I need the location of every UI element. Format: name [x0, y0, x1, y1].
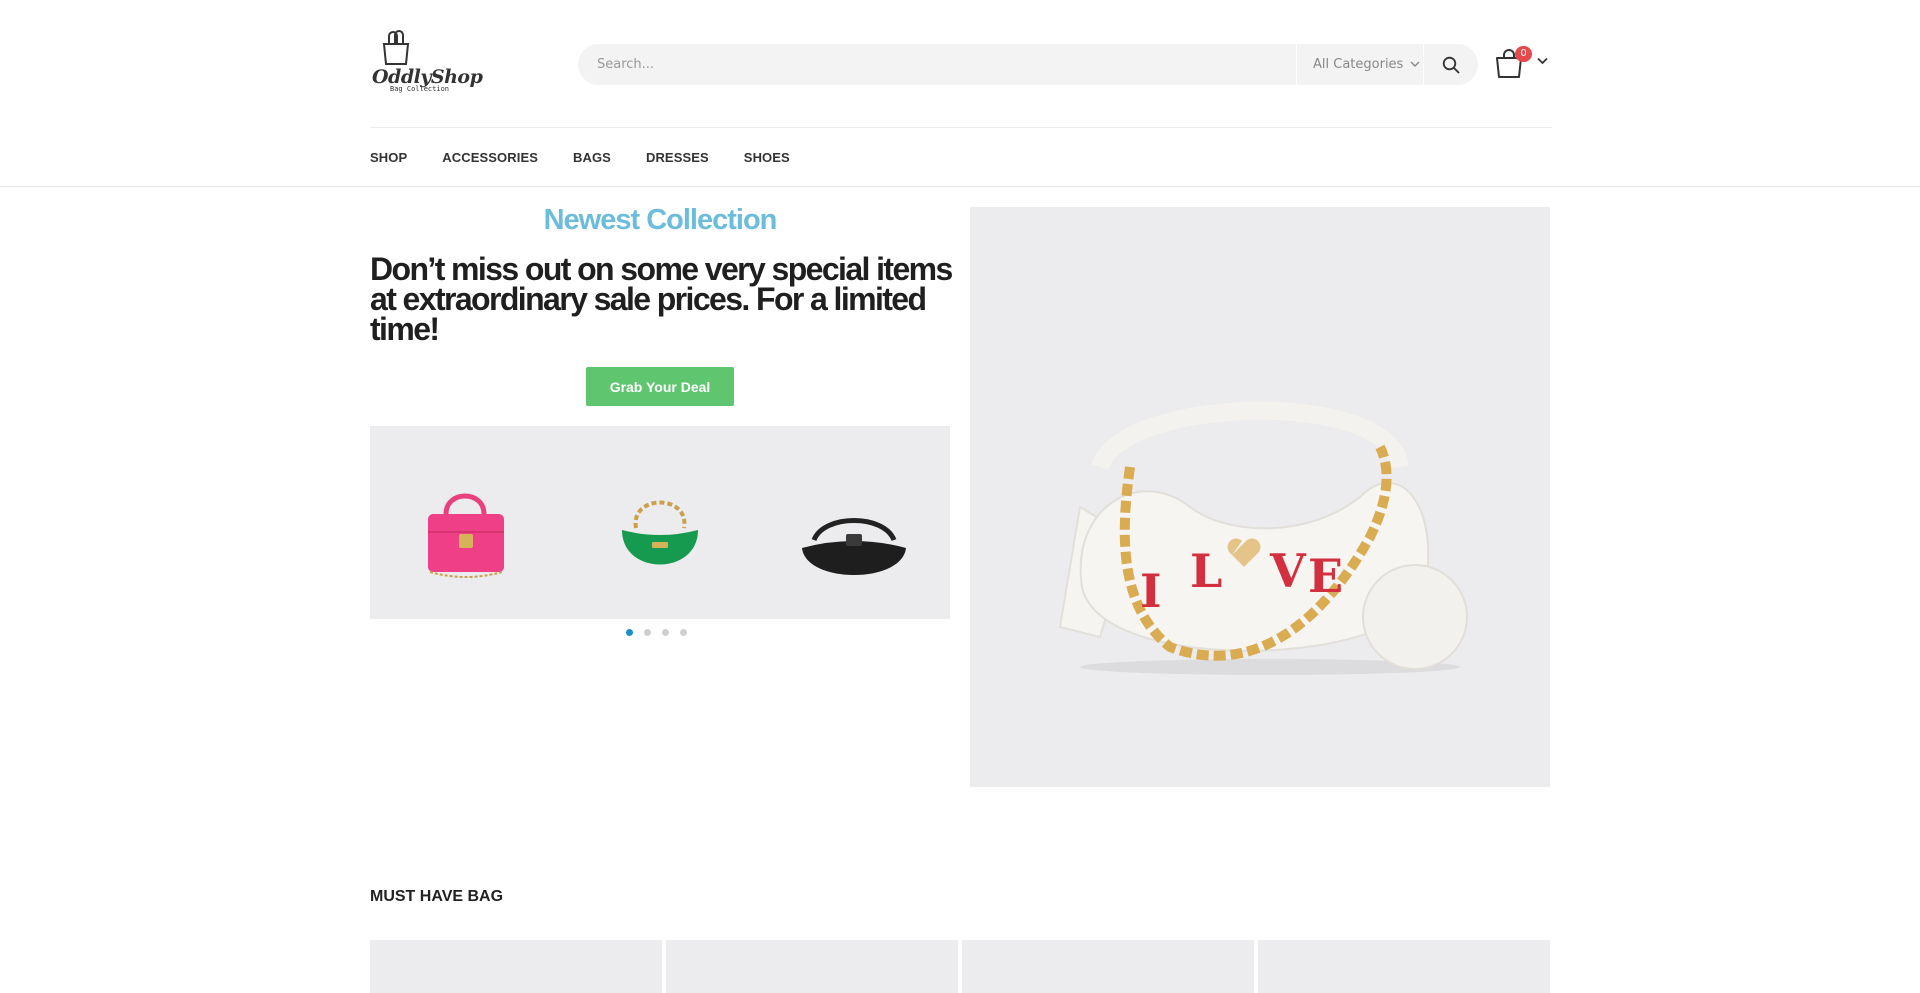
search-input[interactable] — [578, 44, 1296, 85]
pink-handbag-image[interactable] — [418, 484, 514, 584]
category-select-label: All Categories — [1313, 57, 1404, 72]
chevron-down-icon — [1410, 61, 1420, 67]
nav-item-dresses[interactable]: DRESSES — [646, 150, 709, 165]
bag-letter: V — [1269, 544, 1307, 598]
search-button[interactable] — [1424, 44, 1478, 85]
bag-letter: L — [1190, 544, 1222, 598]
carousel-dot[interactable] — [626, 629, 633, 636]
product-tile[interactable] — [1258, 940, 1550, 993]
green-handbag-image[interactable] — [610, 488, 710, 588]
product-tile[interactable] — [370, 940, 662, 993]
nav-item-shop[interactable]: SHOP — [370, 150, 407, 165]
white-love-bag-illustration: I L V E — [1058, 401, 1468, 675]
logo-subtext: Bag Collection — [390, 85, 450, 93]
nav-item-bags[interactable]: BAGS — [573, 150, 611, 165]
bag-letter: E — [1308, 549, 1343, 603]
bag-letter: I — [1140, 564, 1162, 618]
site-logo[interactable]: OddlyShop Bag Collection — [370, 28, 483, 96]
product-tile[interactable] — [666, 940, 958, 993]
category-select[interactable]: All Categories — [1296, 44, 1424, 85]
cart-count-badge: 0 — [1515, 46, 1532, 62]
featured-bag-image[interactable]: I L V E — [970, 207, 1550, 787]
carousel-dot[interactable] — [662, 629, 669, 636]
nav-item-accessories[interactable]: ACCESSORIES — [442, 150, 538, 165]
section-title-must-have: MUST HAVE BAG — [370, 888, 504, 905]
shopping-bag-logo-icon — [382, 30, 410, 65]
cart-dropdown-chevron-icon[interactable] — [1537, 57, 1548, 65]
nav-divider — [0, 186, 1920, 187]
hero-title: Don’t miss out on some very special item… — [370, 251, 953, 347]
search-icon — [1442, 56, 1460, 73]
carousel-pagination — [626, 629, 698, 636]
main-nav: SHOP ACCESSORIES BAGS DRESSES SHOES — [370, 128, 825, 186]
grab-deal-button[interactable]: Grab Your Deal — [586, 367, 734, 406]
hero-eyebrow: Newest Collection — [543, 204, 778, 236]
carousel-dot[interactable] — [644, 629, 651, 636]
nav-item-shoes[interactable]: SHOES — [744, 150, 790, 165]
black-handbag-image[interactable] — [794, 504, 914, 594]
site-header: OddlyShop Bag Collection All Categories … — [0, 0, 1920, 128]
product-carousel[interactable] — [370, 426, 950, 619]
product-tile[interactable] — [962, 940, 1254, 993]
search-bar: All Categories — [578, 44, 1478, 85]
carousel-dot[interactable] — [680, 629, 687, 636]
